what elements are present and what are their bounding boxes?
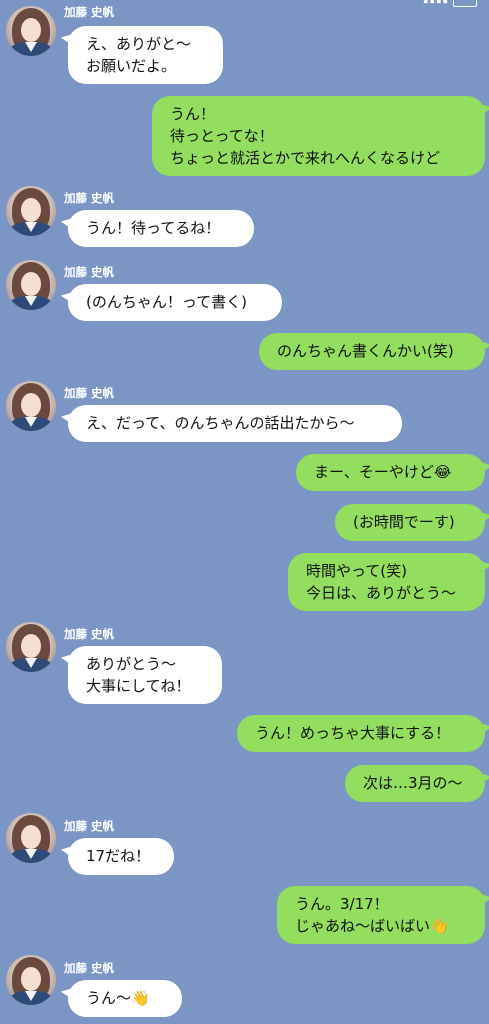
message-bubble-outgoing[interactable]: うん！ 待っとってな！ ちょっと就活とかで来れへんくなるけど	[152, 96, 485, 176]
message-bubble-outgoing[interactable]: 時間やって(笑) 今日は、ありがとう〜	[288, 553, 485, 611]
message-bubble-outgoing[interactable]: 次は…3月の〜	[345, 765, 485, 802]
message-bubble-outgoing[interactable]: (お時間でーす)	[335, 504, 485, 541]
sender-name: 加藤 史帆	[64, 191, 115, 205]
message-bubble-incoming[interactable]: うん！待ってるね！	[68, 210, 254, 247]
sender-name: 加藤 史帆	[64, 265, 115, 279]
sender-name: 加藤 史帆	[64, 627, 115, 641]
message-bubble-incoming[interactable]: え、ありがと〜 お願いだよ。	[68, 26, 223, 84]
message-bubble-incoming[interactable]: え、だって、のんちゃんの話出たから〜	[68, 405, 402, 442]
message-bubble-outgoing[interactable]: のんちゃん書くんかい(笑)	[259, 333, 485, 370]
message-bubble-outgoing[interactable]: うん！めっちゃ大事にする！	[237, 715, 485, 752]
message-bubble-outgoing[interactable]: うん。3/17！ じゃあね〜ばいばい👋	[277, 886, 485, 944]
signal-icon: ▮▮▮▮	[423, 0, 449, 5]
avatar[interactable]	[6, 813, 56, 863]
sender-name: 加藤 史帆	[64, 961, 115, 975]
message-bubble-incoming[interactable]: (のんちゃん！って書く)	[68, 284, 282, 321]
message-bubble-incoming[interactable]: ありがとう〜 大事にしてね！	[68, 646, 222, 704]
message-bubble-incoming[interactable]: うん〜👋	[68, 980, 182, 1017]
sender-name: 加藤 史帆	[64, 5, 115, 19]
message-bubble-incoming[interactable]: 17だね！	[68, 838, 174, 875]
avatar[interactable]	[6, 622, 56, 672]
avatar[interactable]	[6, 381, 56, 431]
avatar[interactable]	[6, 186, 56, 236]
battery-icon	[453, 0, 477, 7]
avatar[interactable]	[6, 955, 56, 1005]
avatar[interactable]	[6, 260, 56, 310]
message-bubble-outgoing[interactable]: まー、そーやけど😂	[296, 454, 485, 491]
sender-name: 加藤 史帆	[64, 819, 115, 833]
sender-name: 加藤 史帆	[64, 386, 115, 400]
avatar[interactable]	[6, 6, 56, 56]
